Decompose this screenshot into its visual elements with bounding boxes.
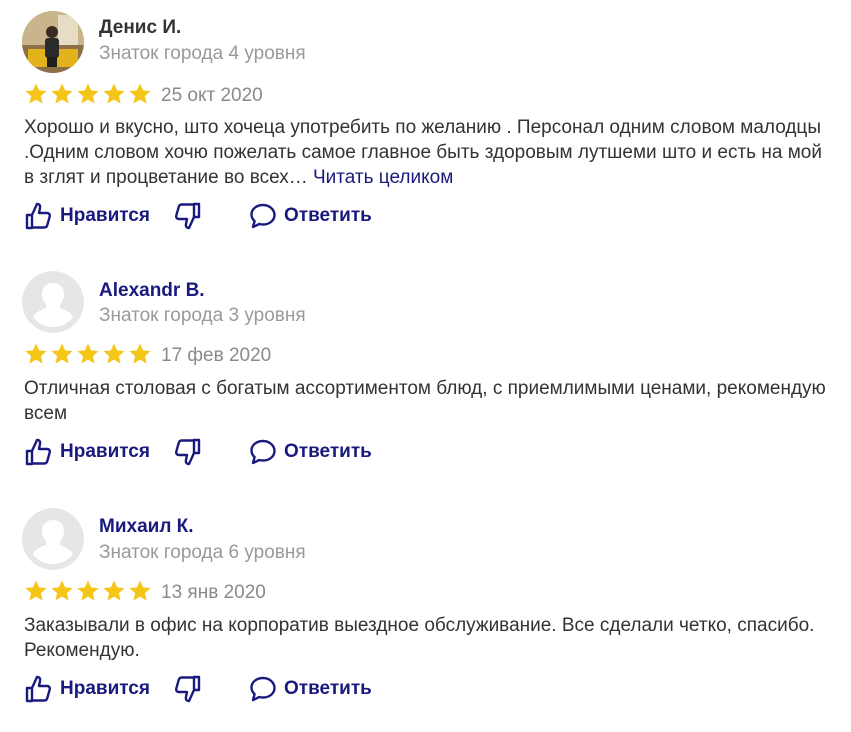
like-button[interactable]: Нравится bbox=[24, 673, 150, 705]
thumbs-down-icon bbox=[174, 202, 201, 230]
reply-button[interactable]: Ответить bbox=[248, 673, 372, 705]
star-icon bbox=[25, 343, 47, 364]
review-actions: Нравится Ответить bbox=[24, 436, 444, 468]
review-date: 13 янв 2020 bbox=[161, 582, 266, 603]
thumbs-up-icon bbox=[25, 675, 52, 703]
star-icon bbox=[103, 343, 125, 364]
star-icon bbox=[77, 83, 99, 104]
star-icon bbox=[77, 580, 99, 601]
rating-stars bbox=[24, 342, 152, 368]
author-level: Знаток города 3 уровня bbox=[99, 305, 306, 326]
review-actions: Нравится Ответить bbox=[24, 673, 444, 705]
reply-label: Ответить bbox=[284, 441, 372, 462]
author-name[interactable]: Alexandr B. bbox=[99, 280, 205, 302]
review-text: Заказывали в офис на корпоратив выездное… bbox=[24, 613, 834, 663]
star-icon bbox=[103, 580, 125, 601]
star-icon bbox=[25, 83, 47, 104]
dislike-button[interactable] bbox=[172, 436, 202, 468]
star-icon bbox=[129, 83, 151, 104]
like-button[interactable]: Нравится bbox=[24, 200, 150, 232]
star-icon bbox=[51, 580, 73, 601]
thumbs-up-icon bbox=[25, 438, 52, 466]
rating-stars bbox=[24, 82, 152, 108]
like-button[interactable]: Нравится bbox=[24, 436, 150, 468]
author-avatar-photo[interactable] bbox=[22, 11, 84, 73]
review-text-body: Отличная столовая с богатым ассортименто… bbox=[24, 378, 826, 424]
reply-button[interactable]: Ответить bbox=[248, 200, 372, 232]
author-avatar-placeholder[interactable] bbox=[22, 508, 84, 570]
like-label: Нравится bbox=[60, 205, 150, 226]
speech-bubble-icon bbox=[250, 439, 276, 465]
dislike-button[interactable] bbox=[172, 200, 202, 232]
reply-label: Ответить bbox=[284, 678, 372, 699]
speech-bubble-icon bbox=[250, 203, 276, 229]
star-icon bbox=[129, 343, 151, 364]
reply-label: Ответить bbox=[284, 205, 372, 226]
star-icon bbox=[129, 580, 151, 601]
thumbs-up-icon bbox=[25, 202, 52, 230]
star-icon bbox=[51, 83, 73, 104]
rating-stars bbox=[24, 579, 152, 605]
dislike-button[interactable] bbox=[172, 673, 202, 705]
review-actions: Нравится Ответить bbox=[24, 200, 444, 232]
star-icon bbox=[103, 83, 125, 104]
reply-button[interactable]: Ответить bbox=[248, 436, 372, 468]
author-level: Знаток города 4 уровня bbox=[99, 43, 306, 64]
star-icon bbox=[51, 343, 73, 364]
read-more-link[interactable]: Читать целиком bbox=[313, 167, 453, 188]
thumbs-down-icon bbox=[174, 675, 201, 703]
like-label: Нравится bbox=[60, 678, 150, 699]
like-label: Нравится bbox=[60, 441, 150, 462]
author-avatar-placeholder[interactable] bbox=[22, 271, 84, 333]
thumbs-down-icon bbox=[174, 438, 201, 466]
speech-bubble-icon bbox=[250, 676, 276, 702]
review-date: 25 окт 2020 bbox=[161, 85, 263, 106]
review-text: Отличная столовая с богатым ассортименто… bbox=[24, 376, 834, 426]
star-icon bbox=[77, 343, 99, 364]
review-date: 17 фев 2020 bbox=[161, 345, 272, 366]
author-level: Знаток города 6 уровня bbox=[99, 542, 306, 563]
author-name[interactable]: Денис И. bbox=[99, 17, 181, 39]
review-text: Хорошо и вкусно, што хочеца употребить п… bbox=[24, 115, 834, 190]
star-icon bbox=[25, 580, 47, 601]
author-name[interactable]: Михаил К. bbox=[99, 516, 194, 538]
review-text-body: Заказывали в офис на корпоратив выездное… bbox=[24, 615, 815, 661]
